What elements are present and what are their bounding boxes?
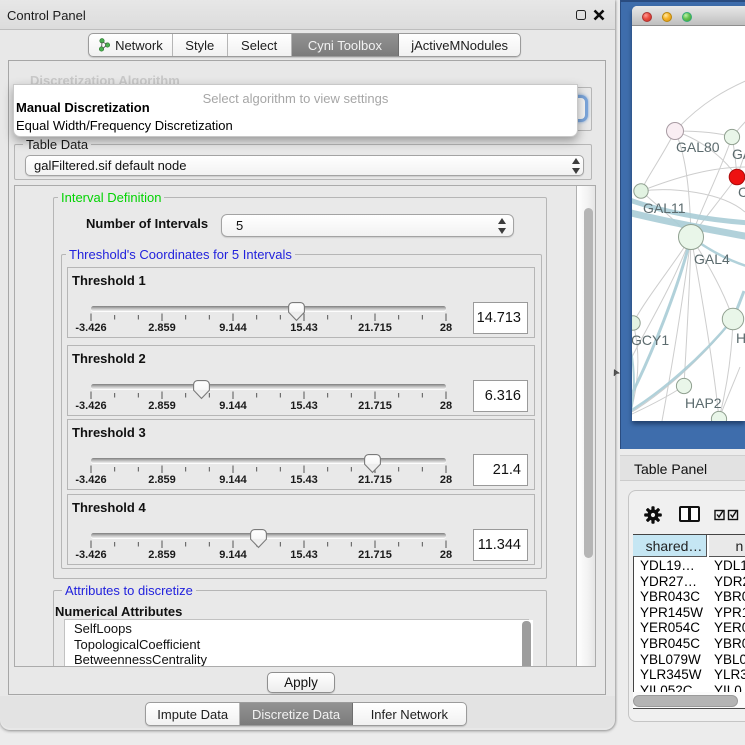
svg-text:GCY1: GCY1 bbox=[632, 332, 669, 348]
svg-text:H: H bbox=[736, 330, 745, 346]
svg-text:GAL11: GAL11 bbox=[643, 200, 686, 216]
svg-text:HAP2: HAP2 bbox=[685, 395, 722, 411]
svg-text:GAL4: GAL4 bbox=[694, 251, 730, 267]
svg-text:GA: GA bbox=[732, 146, 745, 162]
svg-text:C: C bbox=[738, 184, 745, 200]
svg-text:GAL80: GAL80 bbox=[676, 139, 720, 155]
